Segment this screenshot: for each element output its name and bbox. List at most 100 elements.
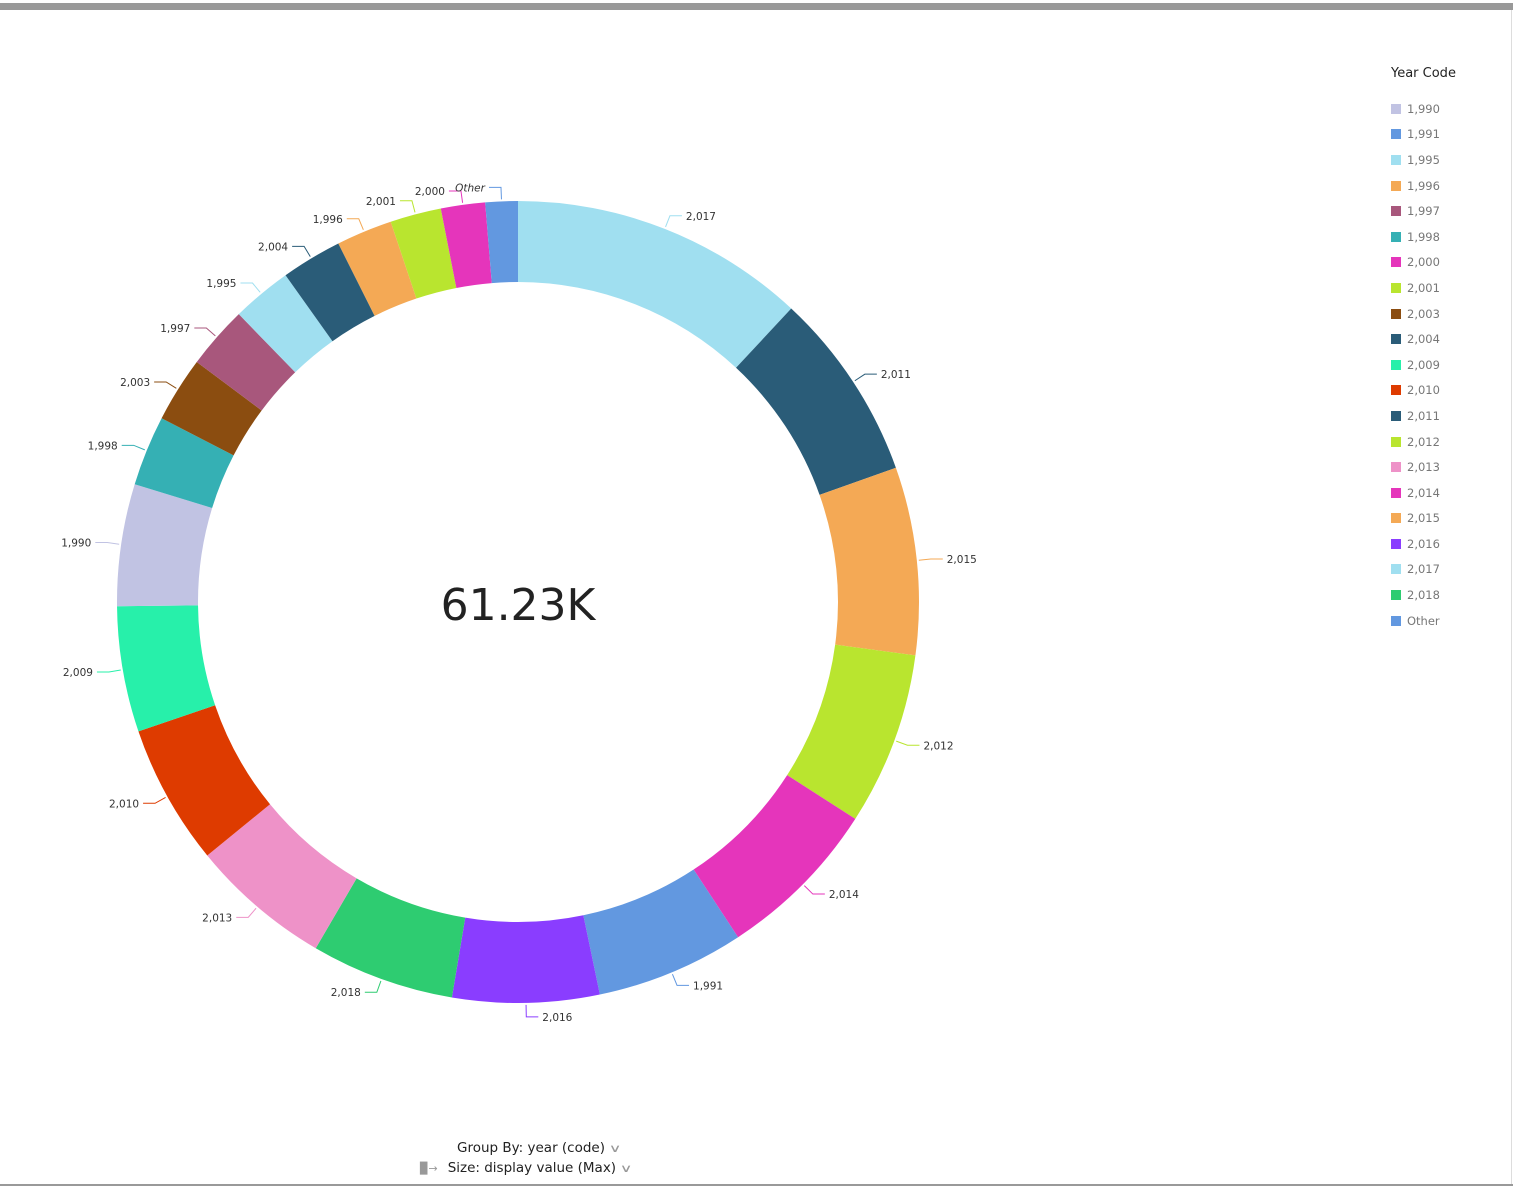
leader-line <box>96 669 121 673</box>
size-label: Size: display value (Max) <box>447 1160 617 1176</box>
legend-label: 2,016 <box>1407 536 1440 551</box>
legend-label: 2,003 <box>1407 306 1440 321</box>
leader-line <box>194 327 216 337</box>
legend-swatch <box>1391 206 1401 217</box>
leader-line <box>121 444 146 451</box>
legend-item[interactable]: 2,012 <box>1391 429 1456 455</box>
leader-line <box>240 282 261 293</box>
legend-swatch <box>1391 257 1401 268</box>
legend-swatch <box>1391 231 1401 242</box>
slice-label: 2,001 <box>366 196 396 208</box>
slice-2,015[interactable] <box>819 467 919 656</box>
leader-line <box>854 373 877 382</box>
legend-swatch <box>1391 462 1401 473</box>
chart-controls: Group By: year (code) ∨ ▉→ Size: display… <box>420 1138 633 1178</box>
slice-label: 2,000 <box>415 186 445 198</box>
legend-swatch <box>1391 615 1401 626</box>
group-by-dropdown[interactable]: Group By: year (code) ∨ <box>457 1138 630 1158</box>
legend-swatch <box>1391 590 1401 601</box>
leader-line <box>292 245 311 257</box>
legend-label: 2,000 <box>1407 255 1440 270</box>
chevron-down-icon: ∨ <box>619 1161 633 1175</box>
slice-label: 1,995 <box>206 278 236 290</box>
legend-swatch <box>1391 103 1401 114</box>
slice-label: 2,014 <box>829 889 859 901</box>
legend-label: Other <box>1407 613 1440 628</box>
leader-line <box>95 542 120 545</box>
leader-line <box>346 218 364 231</box>
legend-label: 1,995 <box>1407 152 1440 167</box>
legend-title: Year Code <box>1391 66 1456 81</box>
legend-label: 1,998 <box>1407 229 1440 244</box>
legend-item[interactable]: 2,014 <box>1391 480 1456 506</box>
legend-label: 2,017 <box>1407 562 1440 577</box>
legend-swatch <box>1391 513 1401 524</box>
slice-2,016[interactable] <box>451 915 600 1003</box>
legend-swatch <box>1391 410 1401 421</box>
slice-label: 1,990 <box>61 538 91 550</box>
legend: Year Code 1,990 1,991 1,995 1,996 1,997 1,998… <box>1391 66 1456 633</box>
legend-label: 2,013 <box>1407 460 1440 475</box>
group-by-label: Group By: year (code) <box>457 1140 605 1156</box>
slice-label: 2,016 <box>542 1012 572 1024</box>
slice-label: 2,018 <box>331 987 361 999</box>
slice-label: 2,017 <box>686 211 716 223</box>
legend-item[interactable]: 2,018 <box>1391 582 1456 608</box>
size-dropdown[interactable]: ▉→ Size: display value (Max) ∨ <box>420 1158 633 1178</box>
legend-item[interactable]: 2,013 <box>1391 454 1456 480</box>
legend-label: 2,009 <box>1407 357 1440 372</box>
donut-chart: 2,017 2,011 2,015 2,012 2,014 1,991 2,016 2,018… <box>61 182 977 1024</box>
legend-swatch <box>1391 129 1401 140</box>
leader-line <box>896 740 920 746</box>
legend-label: 2,018 <box>1407 588 1440 603</box>
legend-item[interactable]: 2,000 <box>1391 250 1456 276</box>
slice-label: 2,003 <box>120 377 150 389</box>
leader-line <box>143 797 166 804</box>
legend-item[interactable]: 2,017 <box>1391 557 1456 583</box>
slice-label: 2,010 <box>109 798 139 810</box>
slice-label: Other <box>455 182 485 194</box>
legend-swatch <box>1391 282 1401 293</box>
legend-label: 1,990 <box>1407 101 1440 116</box>
legend-item[interactable]: 1,997 <box>1391 198 1456 224</box>
legend-item[interactable]: 2,003 <box>1391 301 1456 327</box>
legend-swatch <box>1391 564 1401 575</box>
legend-item[interactable]: 2,016 <box>1391 531 1456 557</box>
leader-line <box>525 1004 539 1018</box>
legend-label: 1,991 <box>1407 127 1440 142</box>
legend-label: 2,014 <box>1407 485 1440 500</box>
slice-label: 2,004 <box>258 241 288 253</box>
leader-line <box>803 885 825 895</box>
legend-item[interactable]: 1,996 <box>1391 173 1456 199</box>
slice-label: 2,013 <box>202 912 232 924</box>
slice-label: 2,011 <box>881 369 911 381</box>
leader-line <box>671 974 690 986</box>
chevron-down-icon: ∨ <box>608 1141 622 1155</box>
legend-swatch <box>1391 385 1401 396</box>
legend-item[interactable]: 2,001 <box>1391 275 1456 301</box>
legend-label: 1,996 <box>1407 178 1440 193</box>
legend-swatch <box>1391 334 1401 345</box>
legend-item[interactable]: 1,991 <box>1391 122 1456 148</box>
legend-item[interactable]: 2,004 <box>1391 326 1456 352</box>
slice-label: 1,996 <box>313 214 343 226</box>
legend-item[interactable]: 2,015 <box>1391 506 1456 532</box>
legend-label: 2,004 <box>1407 332 1440 347</box>
legend-item[interactable]: 1,995 <box>1391 147 1456 173</box>
leader-line <box>154 381 177 389</box>
legend-item[interactable]: 1,998 <box>1391 224 1456 250</box>
slice-label: 1,997 <box>160 323 190 335</box>
legend-item[interactable]: 2,011 <box>1391 403 1456 429</box>
legend-item[interactable]: Other <box>1391 608 1456 634</box>
center-total-label: 61.23K <box>441 580 597 631</box>
legend-label: 2,012 <box>1407 434 1440 449</box>
legend-item[interactable]: 2,010 <box>1391 378 1456 404</box>
legend-swatch <box>1391 359 1401 370</box>
leader-line <box>918 558 943 561</box>
leader-line <box>236 907 257 918</box>
legend-item[interactable]: 2,009 <box>1391 352 1456 378</box>
slice-label: 1,991 <box>693 980 723 992</box>
slice-label: 2,012 <box>923 740 953 752</box>
legend-item[interactable]: 1,990 <box>1391 96 1456 122</box>
slice-2,017[interactable] <box>518 201 792 368</box>
